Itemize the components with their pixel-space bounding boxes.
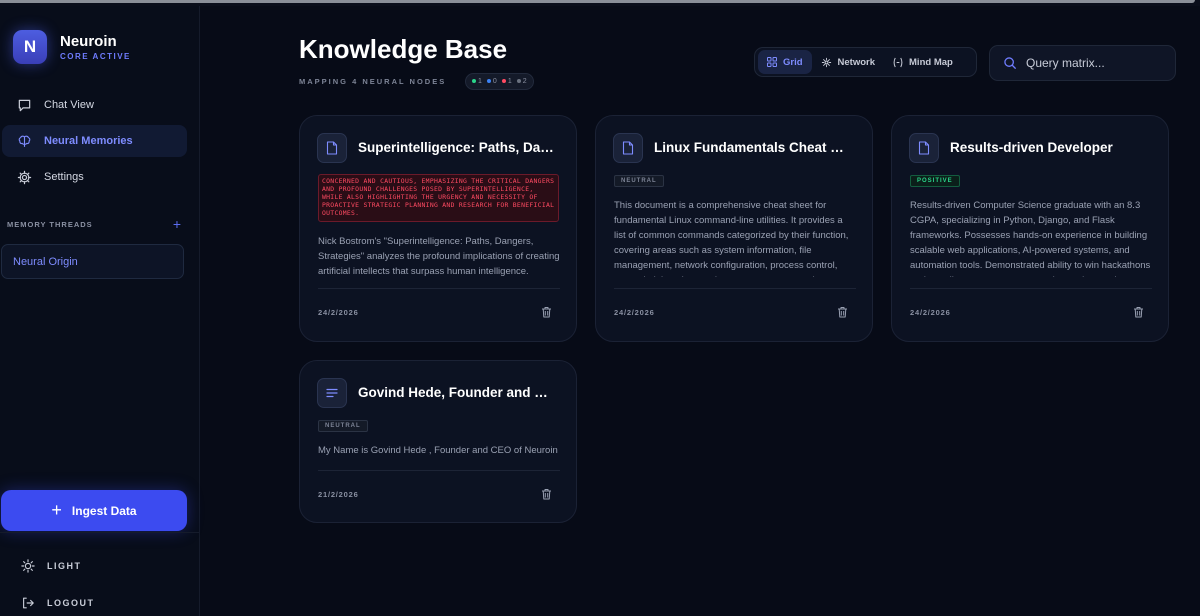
memory-threads-title: MEMORY THREADS (7, 219, 93, 229)
stat-positive: 1 (472, 78, 482, 85)
trash-icon[interactable] (541, 488, 553, 500)
view-mindmap-label: Mind Map (909, 56, 953, 68)
ingest-data-button[interactable]: + Ingest Data (1, 490, 187, 531)
sidebar-item-settings[interactable]: Settings (2, 161, 187, 193)
theme-toggle-label: LIGHT (47, 561, 82, 571)
card-summary: Nick Bostrom's "Superintelligence: Paths… (318, 236, 560, 277)
view-mindmap-button[interactable]: Mind Map (884, 50, 962, 74)
memory-card[interactable]: Govind Hede, Founder and CEO of Neuroin … (299, 360, 577, 523)
sentiment-badge: POSITIVE (910, 175, 960, 187)
view-grid-label: Grid (783, 56, 803, 68)
sentiment-tag: CONCERNED AND CAUTIOUS, EMPHASIZING THE … (318, 174, 559, 222)
plus-icon: + (51, 500, 62, 520)
brand-name: Neuroin (60, 33, 117, 50)
sentiment-badge: NEUTRAL (318, 420, 368, 432)
brain-icon (16, 133, 32, 149)
document-icon (909, 133, 939, 163)
logout-icon (20, 595, 36, 611)
memory-card[interactable]: Results-driven Developer POSITIVE Result… (891, 115, 1169, 342)
mindmap-icon (893, 57, 903, 68)
search-icon (1003, 56, 1017, 70)
stat-info: 0 (486, 78, 497, 85)
sidebar-item-neural-memories[interactable]: Neural Memories (2, 125, 187, 157)
brand-status: CORE ACTIVE (60, 52, 131, 61)
memory-card[interactable]: Superintelligence: Paths, Dangers, Strat… (299, 115, 577, 342)
card-divider (910, 288, 1152, 289)
card-date: 24/2/2026 (614, 308, 655, 317)
card-summary: Results-driven Computer Science graduate… (910, 200, 1151, 277)
card-date: 24/2/2026 (318, 308, 359, 317)
view-switcher: Grid Network Mind Map (754, 47, 977, 77)
document-icon (613, 133, 643, 163)
view-network-label: Network (837, 56, 876, 68)
sidebar-item-label: Neural Memories (44, 135, 133, 147)
sun-icon (20, 558, 36, 574)
view-grid-button[interactable]: Grid (758, 50, 812, 74)
logout-label: LOGOUT (47, 598, 95, 608)
search-box (989, 45, 1176, 81)
grid-icon (767, 57, 777, 67)
card-summary: This document is a comprehensive cheat s… (614, 200, 849, 277)
ingest-data-label: Ingest Data (71, 503, 137, 518)
card-summary: My Name is Govind Hede , Founder and CEO… (318, 445, 558, 456)
card-title: Linux Fundamentals Cheat Sheet (654, 140, 852, 155)
brand-text: Neuroin CORE ACTIVE (60, 33, 131, 61)
sidebar: N Neuroin CORE ACTIVE Chat View Neural M… (0, 6, 200, 616)
trash-icon[interactable] (541, 306, 553, 318)
sentiment-badge: NEUTRAL (614, 175, 664, 187)
stat-negative: 1 (501, 78, 512, 85)
divider (0, 532, 199, 533)
trash-icon[interactable] (837, 306, 849, 318)
search-input[interactable] (1026, 56, 1166, 70)
trash-icon[interactable] (1133, 306, 1145, 318)
card-title: Results-driven Developer (950, 140, 1113, 155)
add-thread-icon[interactable]: + (173, 216, 182, 232)
memory-threads-header: MEMORY THREADS + (7, 216, 182, 232)
scroll-indicator (0, 0, 1195, 3)
brand: N Neuroin CORE ACTIVE (13, 30, 131, 64)
stat-neutral: 2 (516, 78, 527, 85)
chat-icon (16, 97, 32, 113)
thread-item[interactable]: Neural Origin (1, 244, 184, 279)
sidebar-nav: Chat View Neural Memories Settings (0, 89, 200, 197)
page-subtitle: MAPPING 4 NEURAL NODES (299, 77, 447, 86)
card-date: 24/2/2026 (910, 308, 951, 317)
card-title: Govind Hede, Founder and CEO of Neuroin (358, 385, 556, 400)
theme-toggle-button[interactable]: LIGHT (20, 558, 82, 574)
network-icon (821, 57, 832, 68)
gear-icon (16, 169, 32, 185)
sidebar-item-chat-view[interactable]: Chat View (2, 89, 187, 121)
sentiment-stats: 1 0 1 2 (465, 73, 534, 90)
memory-card[interactable]: Linux Fundamentals Cheat Sheet NEUTRAL T… (595, 115, 873, 342)
card-date: 21/2/2026 (318, 490, 359, 499)
view-network-button[interactable]: Network (812, 50, 884, 74)
logout-button[interactable]: LOGOUT (20, 595, 95, 611)
card-divider (318, 288, 560, 289)
page-title: Knowledge Base (299, 34, 508, 64)
sidebar-item-label: Settings (44, 171, 84, 183)
sidebar-item-label: Chat View (44, 99, 94, 111)
text-lines-icon (317, 378, 347, 408)
card-divider (318, 470, 560, 471)
card-divider (614, 288, 856, 289)
card-title: Superintelligence: Paths, Dangers, Strat… (358, 140, 556, 155)
brand-logo[interactable]: N (13, 30, 47, 64)
document-icon (317, 133, 347, 163)
